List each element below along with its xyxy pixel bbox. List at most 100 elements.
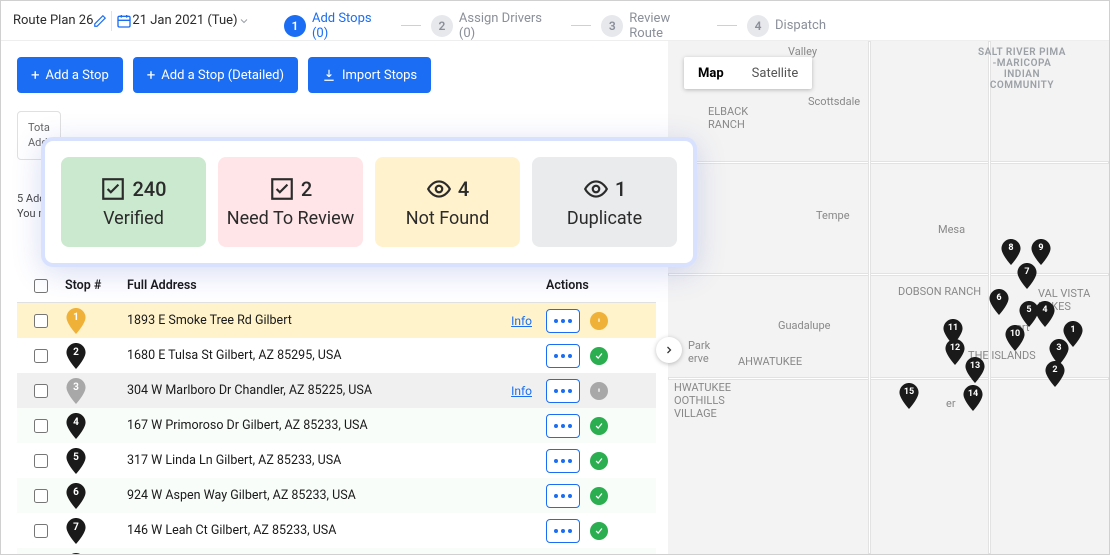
map-label: SALT RIVER PIMA-MARICOPAINDIANCOMMUNITY	[978, 47, 1066, 91]
row-status-badge	[590, 417, 608, 435]
map-pin[interactable]: 14	[962, 385, 984, 411]
stop-pin-icon: 3	[65, 378, 87, 404]
row-actions-menu-button[interactable]	[546, 379, 580, 403]
row-actions-menu-button[interactable]	[546, 519, 580, 543]
address-text: 317 W Linda Ln Gilbert, AZ 85233, USA	[127, 453, 341, 468]
map-label: DOBSON RANCH	[898, 285, 981, 298]
table-row[interactable]: 6 924 W Aspen Way Gilbert, AZ 85233, USA	[17, 478, 656, 513]
table-row[interactable]: 3 304 W Marlboro Dr Chandler, AZ 85225, U…	[17, 373, 656, 408]
row-status-badge	[590, 452, 608, 470]
info-link[interactable]: Info	[511, 384, 532, 398]
row-actions-menu-button[interactable]	[546, 449, 580, 473]
step-1[interactable]: 1 Add Stops (0)	[284, 11, 391, 41]
select-all-checkbox[interactable]	[34, 279, 48, 293]
collapse-panel-button[interactable]	[656, 337, 682, 363]
step-number: 2	[431, 15, 453, 37]
pencil-icon[interactable]	[93, 14, 107, 28]
address-text: 924 W Aspen Way Gilbert, AZ 85233, USA	[127, 488, 356, 503]
map-pin[interactable]: 13	[964, 357, 986, 383]
step-3[interactable]: 3Review Route	[601, 11, 707, 41]
map-pin[interactable]: 9	[1030, 239, 1052, 265]
stop-pin-icon: 1	[65, 308, 87, 334]
map-pin[interactable]: 7	[1016, 263, 1038, 289]
step-number: 1	[284, 15, 306, 37]
date-picker[interactable]: 21 Jan 2021 (Tue)	[132, 13, 237, 28]
eye-icon	[426, 176, 452, 202]
row-status-badge	[590, 347, 608, 365]
step-divider	[717, 25, 737, 26]
map-type-toggle[interactable]: Map Satellite	[684, 57, 812, 89]
map-label: Parkerve	[688, 339, 710, 365]
step-4[interactable]: 4 Dispatch	[747, 15, 826, 37]
address-text: 304 W Marlboro Dr Chandler, AZ 85225, US…	[127, 383, 372, 398]
check-icon	[100, 176, 126, 202]
status-card-verified[interactable]: 240Verified	[61, 157, 206, 247]
import-stops-button[interactable]: Import Stops	[308, 57, 431, 93]
info-link[interactable]: Info	[511, 314, 532, 328]
step-2[interactable]: 2 Assign Drivers (0)	[431, 11, 561, 41]
row-checkbox[interactable]	[34, 489, 48, 503]
step-label: Dispatch	[775, 18, 826, 33]
row-checkbox[interactable]	[34, 384, 48, 398]
step-divider	[571, 25, 591, 26]
row-actions-menu-button[interactable]	[546, 554, 580, 555]
map-label: HWATUKEEOOTHILLSVILLAGE	[674, 381, 731, 420]
chevron-down-icon[interactable]	[238, 15, 250, 27]
eye-icon	[583, 176, 609, 202]
row-checkbox[interactable]	[34, 524, 48, 538]
map-pin[interactable]: 6	[988, 289, 1010, 315]
map-label: Guadalupe	[778, 319, 830, 332]
step-number: 4	[747, 15, 769, 37]
map-label: Tempe	[816, 209, 850, 222]
calendar-icon[interactable]	[116, 13, 132, 29]
stop-pin-icon: 2	[65, 343, 87, 369]
add-stop-detailed-button[interactable]: +Add a Stop (Detailed)	[133, 57, 298, 93]
status-count: 1	[615, 177, 626, 201]
step-label: Assign Drivers (0)	[459, 11, 561, 41]
table-row[interactable]: 21680 E Tulsa St Gilbert, AZ 85295, USA	[17, 338, 656, 373]
step-number: 3	[601, 15, 623, 37]
map-pin[interactable]: 15	[898, 383, 920, 409]
table-row[interactable]: 81224 E Glade Ave Mesa, AZ 85204, USA	[17, 548, 656, 554]
map-panel[interactable]: Map Satellite ValleySALT RIVER PIMA-MARI…	[668, 41, 1109, 554]
status-card-need-to-review[interactable]: 2 Need To Review	[218, 157, 363, 247]
map-tab-map[interactable]: Map	[684, 57, 738, 89]
map-pin[interactable]: 10	[1004, 325, 1026, 351]
table-row[interactable]: 7146 W Leah Ct Gilbert, AZ 85233, USA	[17, 513, 656, 548]
row-checkbox[interactable]	[34, 349, 48, 363]
address-text: 1893 E Smoke Tree Rd Gilbert	[127, 313, 292, 328]
map-pin[interactable]: 12	[944, 339, 966, 365]
map-label: AHWATUKEE	[738, 355, 802, 368]
status-label: Need To Review	[227, 208, 355, 229]
map-pin[interactable]: 4	[1034, 301, 1056, 327]
map-tab-satellite[interactable]: Satellite	[738, 57, 813, 89]
status-label: Not Found	[406, 208, 490, 229]
stop-pin-icon: 6	[65, 483, 87, 509]
row-status-badge	[590, 487, 608, 505]
table-row[interactable]: 5 317 W Linda Ln Gilbert, AZ 85233, USA	[17, 443, 656, 478]
wizard-stepper: 1 Add Stops (0) 2 Assign Drivers (0) 3Review…	[284, 11, 826, 41]
row-actions-menu-button[interactable]	[546, 414, 580, 438]
map-pin[interactable]: 8	[1000, 239, 1022, 265]
map-pin[interactable]: 2	[1044, 361, 1066, 387]
step-divider	[401, 25, 421, 26]
row-actions-menu-button[interactable]	[546, 344, 580, 368]
col-stop-number: Stop #	[65, 278, 127, 293]
check-icon	[269, 176, 295, 202]
status-count: 4	[458, 177, 469, 201]
status-card-duplicate[interactable]: 1Duplicate	[532, 157, 677, 247]
status-count: 240	[132, 177, 166, 201]
row-checkbox[interactable]	[34, 419, 48, 433]
status-card-not-found[interactable]: 4 Not Found	[375, 157, 520, 247]
table-row[interactable]: 1 1893 E Smoke Tree Rd Gilbert Info	[17, 303, 656, 338]
row-checkbox[interactable]	[34, 314, 48, 328]
map-label: Mesa	[938, 223, 965, 236]
row-actions-menu-button[interactable]	[546, 484, 580, 508]
add-stop-button[interactable]: +Add a Stop	[17, 57, 123, 93]
row-actions-menu-button[interactable]	[546, 309, 580, 333]
step-label: Add Stops (0)	[312, 11, 391, 41]
status-count: 2	[301, 177, 312, 201]
table-row[interactable]: 4167 W Primoroso Dr Gilbert, AZ 85233, U…	[17, 408, 656, 443]
row-checkbox[interactable]	[34, 454, 48, 468]
stop-pin-icon: 5	[65, 448, 87, 474]
